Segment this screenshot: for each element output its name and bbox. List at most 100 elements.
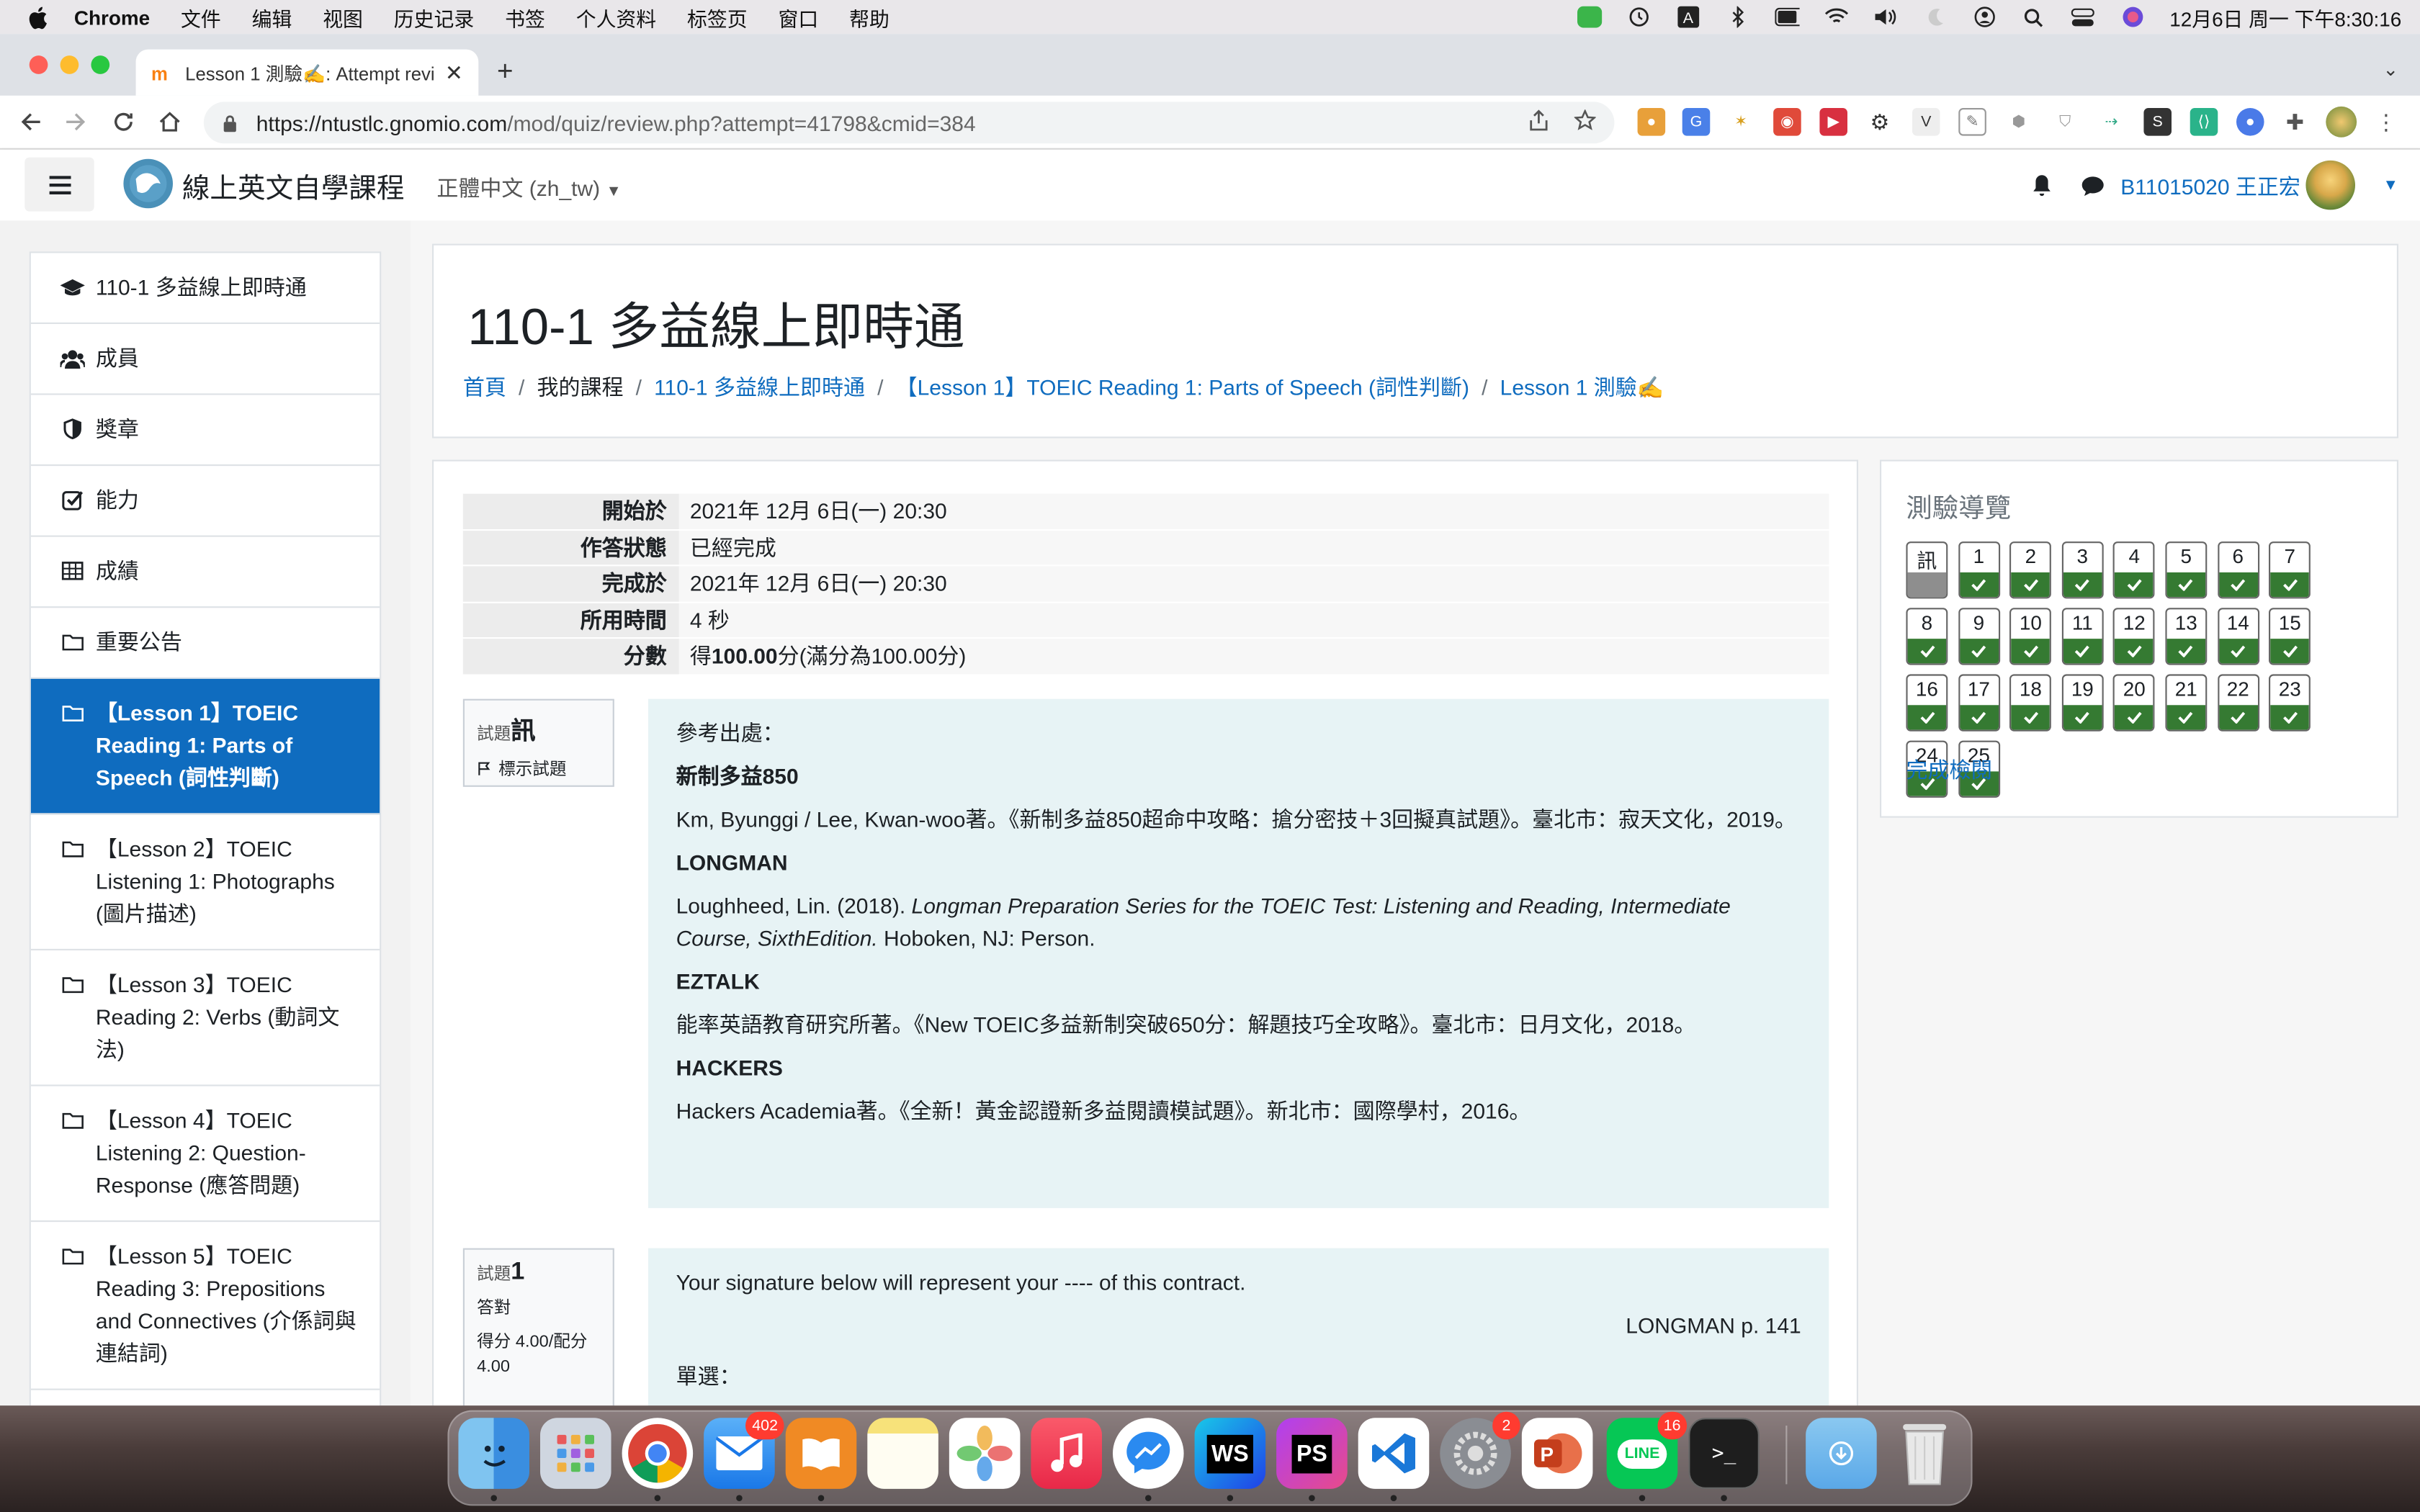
mail-dock-icon[interactable]: 402 [704,1411,784,1489]
drawer-item[interactable]: 獎章 [30,395,380,467]
quiz-nav-question-button[interactable]: 14 [2217,608,2259,665]
extension-3-icon[interactable]: ✶ [1726,108,1755,136]
quiz-nav-question-button[interactable]: 10 [2009,608,2052,665]
shield-extension-icon[interactable]: ⛉ [2051,108,2079,136]
terminal-dock-icon[interactable]: >_ [1688,1418,1760,1489]
browser-tab-active[interactable]: m Lesson 1 測驗✍️: Attempt revie ✕ [135,49,479,96]
drawer-item[interactable]: 110-1 多益線上即時通 [30,253,380,324]
notes-dock-icon[interactable] [867,1418,938,1489]
quiz-nav-question-button[interactable]: 22 [2217,674,2259,732]
books-dock-icon[interactable] [785,1418,857,1489]
drawer-item[interactable]: 成員 [30,324,380,395]
vue-extension-icon[interactable]: V [1912,108,1940,136]
share-icon[interactable] [1528,109,1549,135]
breadcrumb-home-link[interactable]: 首頁 [463,372,506,402]
phpstorm-dock-icon[interactable]: PS [1276,1418,1348,1489]
bluetooth-icon[interactable] [1725,6,1749,28]
back-button[interactable] [17,108,45,136]
new-tab-button[interactable]: + [497,55,514,88]
extension-1-icon[interactable]: ● [1637,108,1666,136]
flag-question-button[interactable]: 標示試題 [477,756,600,780]
menu-file[interactable]: 文件 [181,2,221,32]
system-preferences-dock-icon[interactable]: 2 [1440,1411,1520,1489]
quiz-nav-question-button[interactable]: 13 [2165,608,2208,665]
drawer-toggle-button[interactable] [24,157,94,212]
quiz-nav-question-button[interactable]: 9 [1958,608,2000,665]
menu-window[interactable]: 窗口 [779,2,819,32]
breadcrumb-quiz-link[interactable]: Lesson 1 測驗✍️ [1500,372,1664,402]
chrome-dock-icon[interactable] [622,1418,694,1489]
trash-dock-icon[interactable] [1889,1418,1960,1489]
menu-tabs[interactable]: 标签页 [687,2,748,32]
downloads-folder-dock-icon[interactable] [1806,1418,1877,1489]
s-extension-icon[interactable]: S [2143,108,2172,136]
volume-icon[interactable] [1873,6,1898,28]
quiz-nav-question-button[interactable]: 7 [2269,541,2311,599]
user-menu-caret-icon[interactable]: ▼ [2383,177,2398,194]
drawer-item[interactable]: 【Lesson 4】TOEIC Listening 2: Question-Re… [30,1086,380,1223]
browser-menu-icon[interactable]: ⋮ [2372,108,2401,136]
quiz-nav-question-button[interactable]: 17 [1958,674,2000,732]
menu-app-name[interactable]: Chrome [74,6,150,29]
launchpad-dock-icon[interactable] [540,1418,611,1489]
user-avatar[interactable] [2305,160,2355,210]
address-bar[interactable]: https://ntustlc.gnomio.com/mod/quiz/revi… [203,102,1615,144]
quiz-nav-question-button[interactable]: 1 [1958,541,2000,599]
breadcrumb-course-link[interactable]: 110-1 多益線上即時通 [654,372,865,402]
zoom-window-button[interactable] [91,55,110,74]
language-menu[interactable]: 正體中文 (zh_tw) ▼ [436,173,621,204]
translate-extension-icon[interactable]: G [1682,108,1711,136]
extension-11-icon[interactable]: ⇢ [2097,108,2125,136]
quiz-nav-info-button[interactable]: 訊 [1906,541,1948,599]
battery-icon[interactable] [1774,6,1799,28]
menu-bookmarks[interactable]: 书签 [505,2,545,32]
extensions-puzzle-icon[interactable]: ✚ [2281,108,2309,136]
drawer-item[interactable]: 【Lesson 6】TOEIC [31,1390,380,1405]
profile-avatar-icon[interactable] [2326,106,2357,138]
quiz-nav-question-button[interactable]: 2 [2009,541,2052,599]
vscode-dock-icon[interactable] [1358,1418,1430,1489]
bookmark-star-icon[interactable] [1573,109,1597,135]
extension-13-icon[interactable]: ⟨⟩ [2190,108,2218,136]
quiz-nav-question-button[interactable]: 5 [2165,541,2208,599]
quiz-nav-question-button[interactable]: 3 [2061,541,2104,599]
siri-icon[interactable] [2120,6,2145,28]
menu-history[interactable]: 历史记录 [394,2,474,32]
menubar-clock[interactable]: 12月6日 周一 下午8:30:16 [2169,2,2401,32]
drawer-item[interactable]: 【Lesson 3】TOEIC Reading 2: Verbs (動詞文法) [30,950,380,1086]
quiz-nav-question-button[interactable]: 23 [2269,674,2311,732]
finish-review-link[interactable]: 完成檢閱 [1906,755,1992,786]
menu-help[interactable]: 帮助 [849,2,889,32]
home-button[interactable] [156,108,184,136]
bell-icon[interactable] [2030,173,2054,197]
quiz-nav-question-button[interactable]: 8 [1906,608,1948,665]
minimize-window-button[interactable] [60,55,79,74]
user-account-icon[interactable] [1972,6,1996,28]
wifi-icon[interactable] [1824,6,1848,28]
extension-14-icon[interactable]: ● [2236,108,2264,136]
extension-9-icon[interactable]: ⬢ [2004,108,2033,136]
quiz-nav-question-button[interactable]: 11 [2061,608,2104,665]
drawer-item[interactable]: 能力 [30,466,380,537]
quiz-nav-question-button[interactable]: 18 [2009,674,2052,732]
extension-4-icon[interactable]: ◉ [1773,108,1801,136]
webstorm-dock-icon[interactable]: WS [1194,1418,1266,1489]
quiz-nav-question-button[interactable]: 4 [2113,541,2156,599]
menu-view[interactable]: 视图 [323,2,363,32]
lock-icon[interactable] [223,114,241,132]
quiz-nav-question-button[interactable]: 21 [2165,674,2208,732]
extension-5-icon[interactable]: ▶ [1819,108,1847,136]
apple-icon[interactable] [28,4,50,29]
line-dock-icon[interactable]: LINE 16 [1606,1411,1688,1489]
user-name[interactable]: B11015020 王正宏 [2120,171,2300,202]
line-tray-icon[interactable] [1577,6,1602,28]
quiz-nav-question-button[interactable]: 19 [2061,674,2104,732]
gear-extension-icon[interactable]: ⚙ [1865,108,1894,136]
quiz-nav-question-button[interactable]: 6 [2217,541,2259,599]
extension-8-icon[interactable]: ✎ [1958,108,1986,136]
control-center-icon[interactable] [2071,6,2095,28]
messenger-dock-icon[interactable] [1113,1418,1184,1489]
quiz-nav-question-button[interactable]: 16 [1906,674,1948,732]
site-logo[interactable] [123,158,173,209]
music-dock-icon[interactable] [1031,1418,1102,1489]
